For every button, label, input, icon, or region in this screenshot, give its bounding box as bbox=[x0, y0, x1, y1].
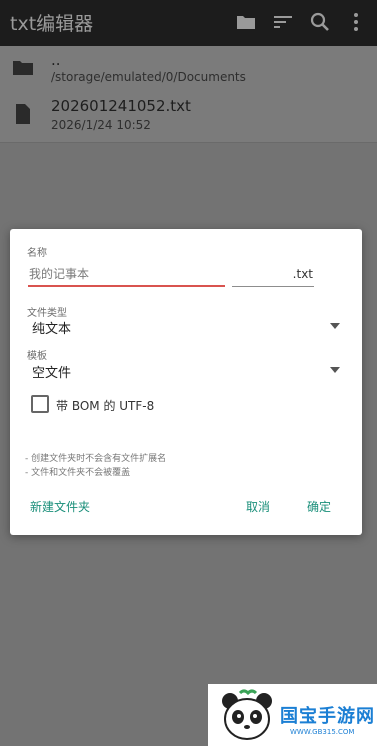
list-divider bbox=[0, 142, 377, 143]
dropdown-arrow-icon bbox=[330, 367, 340, 373]
template-value: 空文件 bbox=[32, 366, 72, 381]
note-line: - 文件和文件夹不会被覆盖 bbox=[25, 468, 131, 478]
cancel-button[interactable]: 取消 bbox=[246, 498, 270, 515]
item-date: 2026/1/24 10:52 bbox=[51, 118, 151, 132]
search-icon[interactable] bbox=[308, 10, 332, 34]
watermark-title: 国宝手游网 bbox=[280, 706, 375, 727]
file-icon bbox=[16, 104, 30, 124]
bom-checkbox[interactable] bbox=[31, 395, 49, 413]
ok-button[interactable]: 确定 bbox=[307, 498, 331, 515]
dropdown-arrow-icon bbox=[330, 323, 340, 329]
watermark-url: WWW.GB315.COM bbox=[290, 728, 355, 736]
folder-icon bbox=[13, 61, 33, 75]
item-path: /storage/emulated/0/Documents bbox=[51, 70, 246, 84]
note-line: - 创建文件夹时不会含有文件扩展名 bbox=[25, 454, 167, 464]
site-watermark: 国宝手游网 WWW.GB315.COM bbox=[208, 684, 377, 746]
panda-logo-icon bbox=[222, 689, 272, 740]
file-list: .. /storage/emulated/0/Documents 2026012… bbox=[0, 46, 377, 142]
template-select[interactable]: 空文件 bbox=[30, 360, 340, 382]
filename-input[interactable] bbox=[28, 263, 225, 287]
extension-field[interactable]: .txt bbox=[232, 265, 314, 287]
list-item-parent[interactable]: .. /storage/emulated/0/Documents bbox=[0, 50, 377, 96]
folder-icon[interactable] bbox=[234, 10, 258, 34]
sort-icon[interactable] bbox=[271, 10, 295, 34]
list-item-file[interactable]: 202601241052.txt 2026/1/24 10:52 bbox=[0, 94, 377, 140]
file-type-select[interactable]: 纯文本 bbox=[30, 316, 340, 338]
extension-text: .txt bbox=[292, 267, 313, 281]
bom-checkbox-label[interactable]: 带 BOM 的 UTF-8 bbox=[56, 397, 154, 414]
new-folder-button[interactable]: 新建文件夹 bbox=[30, 498, 90, 515]
item-name: .. bbox=[51, 51, 61, 69]
name-label: 名称 bbox=[27, 248, 47, 259]
app-title: txt编辑器 bbox=[10, 13, 94, 35]
item-name: 202601241052.txt bbox=[51, 97, 191, 115]
more-vert-icon[interactable] bbox=[344, 10, 368, 34]
file-type-value: 纯文本 bbox=[32, 322, 72, 337]
app-bar: txt编辑器 bbox=[0, 0, 377, 46]
new-file-dialog: 名称 .txt 文件类型 纯文本 模板 空文件 带 BOM 的 UTF-8 - … bbox=[10, 229, 362, 535]
